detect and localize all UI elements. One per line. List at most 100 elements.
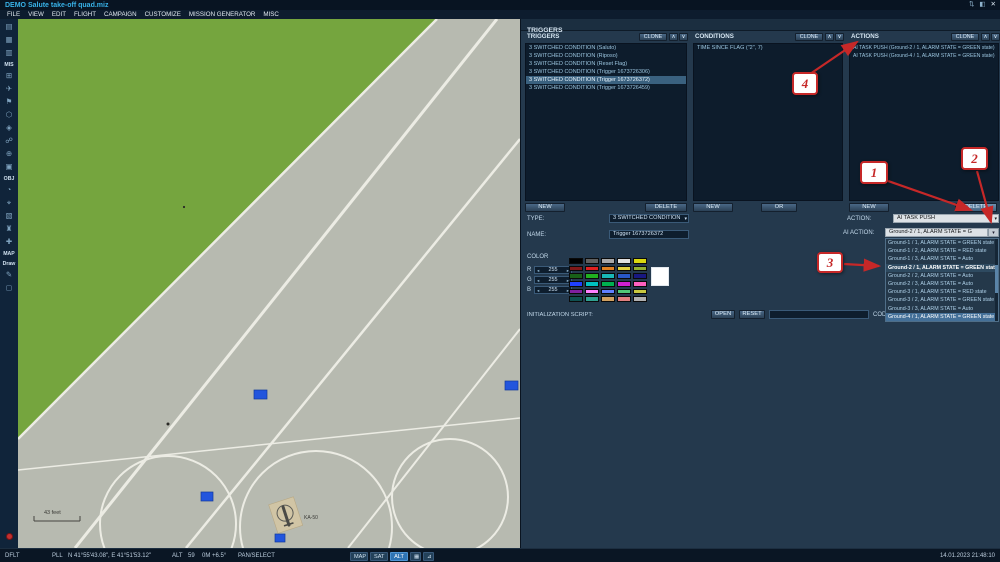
color-swatch[interactable] [601,281,615,287]
alt-toggle-button[interactable]: ALT [390,551,408,561]
pencil-icon[interactable]: ✎ [2,269,16,281]
dropdown-option-hovered[interactable]: Ground-4 / 1, ALARM STATE = GREEN state [886,312,998,321]
dropdown-option[interactable]: Ground-1 / 3, ALARM STATE = Auto [886,255,998,263]
vehicle-tool-icon[interactable]: ◈ [2,122,16,134]
trigger-item-selected[interactable]: 3 SWITCHED CONDITION (Trigger 1673726372… [526,76,686,84]
actions-delete-button[interactable]: DELETE [955,203,997,212]
menu-file[interactable]: FILE [3,11,24,18]
menu-edit[interactable]: EDIT [48,11,70,18]
color-swatch[interactable] [617,273,631,279]
color-swatch[interactable] [585,296,599,302]
ground-unit-marker[interactable] [253,389,268,400]
color-swatch[interactable] [585,273,599,279]
color-swatch[interactable] [585,281,599,287]
color-swatch[interactable] [601,258,615,264]
menu-campaign[interactable]: CAMPAIGN [100,11,141,18]
map-toggle-button[interactable]: MAP [350,551,368,561]
menu-mission-generator[interactable]: MISSION GENERATOR [185,11,259,18]
dropdown-option[interactable]: Ground-1 / 2, ALARM STATE = RED state [886,247,998,255]
init-script-input[interactable] [769,310,869,319]
color-swatch[interactable] [617,296,631,302]
color-swatch[interactable] [569,288,583,295]
menu-flight[interactable]: FLIGHT [70,11,100,18]
target-icon[interactable]: ⌖ [2,197,16,209]
color-swatch[interactable] [633,288,647,295]
dropdown-option[interactable]: Ground-2 / 2, ALARM STATE = Auto [886,272,998,280]
add-icon[interactable]: ✚ [2,236,16,248]
color-b-stepper[interactable]: ◂ 255 ▸ [534,286,572,294]
dropdown-option[interactable]: Ground-3 / 1, ALARM STATE = RED state [886,288,998,296]
init-script-open-button[interactable]: OPEN [711,310,735,319]
color-swatch[interactable] [585,258,599,264]
actions-move-down-button[interactable]: ∨ [991,33,1000,41]
ship-tool-icon[interactable]: ⬡ [2,109,16,121]
trigger-item[interactable]: 3 SWITCHED CONDITION (Saluto) [526,44,686,52]
close-icon[interactable]: ✕ [991,0,996,10]
actions-clone-button[interactable]: CLONE [951,33,979,41]
trigger-item[interactable]: 3 SWITCHED CONDITION (Reset Flag) [526,60,686,68]
conditions-move-up-button[interactable]: ∧ [825,33,834,41]
triggers-new-button[interactable]: NEW [525,203,565,212]
color-g-stepper[interactable]: ◂ 255 ▸ [534,276,572,284]
trigger-item[interactable]: 3 SWITCHED CONDITION (Trigger 1673726306… [526,68,686,76]
open-mission-icon[interactable]: ▦ [2,34,16,46]
color-swatch[interactable] [633,273,647,279]
menu-customize[interactable]: CUSTOMIZE [141,11,185,18]
helicopter-tool-icon[interactable]: ⚑ [2,96,16,108]
triggers-delete-button[interactable]: DELETE [645,203,687,212]
triggers-clone-button[interactable]: CLONE [639,33,667,41]
save-mission-icon[interactable]: ▥ [2,47,16,59]
color-swatch[interactable] [633,281,647,287]
briefing-icon[interactable]: ⊞ [2,70,16,82]
color-swatch[interactable] [617,288,631,295]
conditions-clone-button[interactable]: CLONE [795,33,823,41]
color-swatch[interactable] [569,258,583,264]
color-swatch[interactable] [601,296,615,302]
conditions-move-down-button[interactable]: ∨ [835,33,844,41]
color-swatch[interactable] [617,258,631,264]
condition-item[interactable]: TIME SINCE FLAG ("2", 7) [694,44,842,52]
init-script-reset-button[interactable]: RESET [739,310,765,319]
static-tool-icon[interactable]: ☍ [2,135,16,147]
color-swatch[interactable] [569,281,583,287]
panel-header[interactable]: TRIGGERS [521,19,1000,34]
menu-view[interactable]: VIEW [24,11,48,18]
ground-unit-marker[interactable] [200,491,214,502]
color-swatch[interactable] [569,273,583,279]
menu-misc[interactable]: MISC [259,11,282,18]
color-swatch[interactable] [601,273,615,279]
dropdown-option[interactable]: Ground-3 / 3, ALARM STATE = Auto [886,305,998,313]
weather-icon[interactable]: ◔ [2,184,16,196]
color-r-stepper[interactable]: ◂ 255 ▸ [534,266,572,274]
color-swatch[interactable] [585,265,599,272]
ai-action-value[interactable]: Ground-2 / 1, ALARM STATE = G [885,228,988,237]
actions-move-up-button[interactable]: ∧ [981,33,990,41]
color-swatch[interactable] [617,281,631,287]
map-canvas[interactable]: KA-50 43 feet [17,18,521,562]
dropdown-option-current[interactable]: Ground-2 / 1, ALARM STATE = GREEN state [886,263,998,272]
grid-toggle-icon[interactable]: ▦ [410,551,421,561]
color-swatch[interactable] [585,288,599,295]
action-item[interactable]: AI TASK PUSH (Ground-2 / 1, ALARM STATE … [850,44,998,52]
ground-unit-marker[interactable] [504,380,519,391]
trigger-item[interactable]: 3 SWITCHED CONDITION (Trigger 1673726459… [526,84,686,92]
action-item[interactable]: AI TASK PUSH (Ground-4 / 1, ALARM STATE … [850,52,998,60]
template-tool-icon[interactable]: ▣ [2,161,16,173]
actions-new-button[interactable]: NEW [849,203,889,212]
name-input[interactable]: Trigger 1673726372 [609,230,689,239]
triggers-move-up-button[interactable]: ∧ [669,33,678,41]
color-swatch[interactable] [633,258,647,264]
aircraft-tool-icon[interactable]: ✈ [2,83,16,95]
color-swatch[interactable] [633,296,647,302]
color-swatch[interactable] [633,265,647,272]
current-color-swatch[interactable] [651,267,669,286]
dropdown-option[interactable]: Ground-1 / 1, ALARM STATE = GREEN state [886,239,998,247]
color-swatch[interactable] [617,265,631,272]
action-combo[interactable]: AI TASK PUSH ▾ [893,214,999,223]
sat-toggle-button[interactable]: SAT [370,551,388,561]
color-swatch[interactable] [569,296,583,302]
dropdown-option[interactable]: Ground-2 / 3, ALARM STATE = Auto [886,280,998,288]
conditions-or-button[interactable]: OR [761,203,797,212]
map-viewport[interactable]: KA-50 43 feet [17,18,521,562]
fortification-icon[interactable]: ♜ [2,223,16,235]
